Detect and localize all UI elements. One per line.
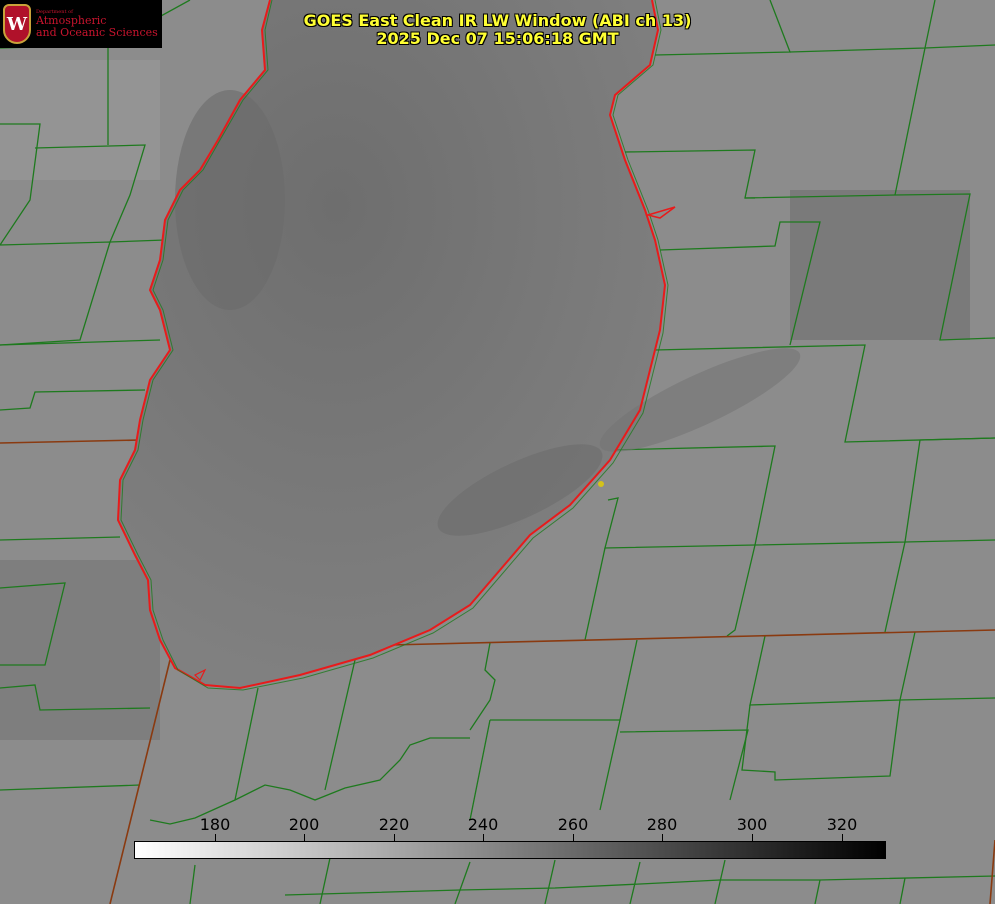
land-patch — [0, 560, 160, 740]
title-line-2: 2025 Dec 07 15:06:18 GMT — [376, 29, 619, 48]
colorbar-tick-mark — [662, 834, 663, 841]
colorbar-tick-mark — [483, 834, 484, 841]
colorbar — [134, 841, 886, 859]
colorbar-tick-mark — [394, 834, 395, 841]
colorbar-tick-label: 260 — [557, 815, 589, 834]
colorbar-tick-mark — [304, 834, 305, 841]
land-patch — [790, 190, 970, 340]
title-line-1: GOES East Clean IR LW Window (ABI ch 13) — [303, 11, 692, 30]
colorbar-tick-mark — [215, 834, 216, 841]
colorbar-tick-label: 220 — [378, 815, 410, 834]
location-marker — [598, 481, 604, 487]
colorbar-tick-label: 280 — [646, 815, 678, 834]
land-patch — [0, 60, 160, 180]
satellite-map — [0, 0, 995, 904]
colorbar-tick-label: 200 — [288, 815, 320, 834]
colorbar-tick-label: 300 — [736, 815, 768, 834]
colorbar-tick-mark — [573, 834, 574, 841]
colorbar-tick-mark — [752, 834, 753, 841]
map-title: GOES East Clean IR LW Window (ABI ch 13)… — [0, 12, 995, 48]
colorbar-tick-label: 320 — [826, 815, 858, 834]
colorbar-tick-mark — [842, 834, 843, 841]
colorbar-tick-label: 180 — [199, 815, 231, 834]
colorbar-tick-label: 240 — [467, 815, 499, 834]
